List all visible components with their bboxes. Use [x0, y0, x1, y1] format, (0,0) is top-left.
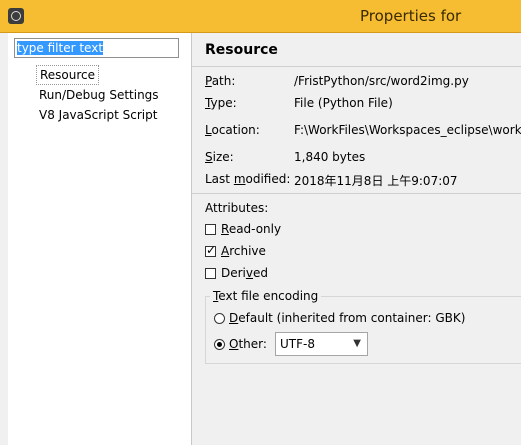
archive-label[interactable]: Archive [221, 244, 266, 258]
filter-input[interactable]: type filter text [14, 38, 179, 58]
text-file-encoding-title: Text file encoding [210, 289, 322, 303]
chevron-down-icon: ▼ [353, 338, 361, 349]
location-label: Location: [205, 123, 260, 137]
archive-checkbox[interactable] [205, 243, 216, 257]
default-encoding-label[interactable]: Default (inherited from container: GBK) [229, 311, 465, 325]
derived-label[interactable]: Derived [221, 266, 268, 280]
tree-item-resource[interactable]: Resource [36, 65, 100, 85]
type-value: File (Python File) [294, 96, 393, 110]
last-modified-label: Last modified: [205, 172, 291, 186]
other-encoding-label[interactable]: Other: [229, 337, 267, 351]
path-label: Path: [205, 74, 236, 88]
title-divider [192, 66, 521, 67]
tree-item-run-debug-settings[interactable]: Run/Debug Settings [36, 86, 162, 104]
path-value: /FristPython/src/word2img.py [294, 74, 469, 88]
other-encoding-radio[interactable] [214, 339, 225, 350]
category-tree-pane: type filter text Resource Run/Debug Sett… [8, 33, 192, 445]
type-label: Type: [205, 96, 237, 110]
read-only-label[interactable]: Read-only [221, 222, 281, 236]
page-title: Resource [205, 42, 278, 58]
title-bar: Properties for [0, 0, 521, 33]
default-encoding-radio[interactable] [214, 313, 225, 324]
encoding-select[interactable]: UTF-8 ▼ [275, 332, 368, 356]
tree-item-v8-javascript-script[interactable]: V8 JavaScript Script [36, 106, 160, 124]
window-title: Properties for [360, 7, 462, 25]
attributes-divider [192, 193, 521, 194]
encoding-select-value: UTF-8 [280, 337, 315, 351]
size-label: Size: [205, 150, 234, 164]
app-icon[interactable] [8, 8, 24, 24]
attributes-heading: Attributes: [205, 201, 269, 215]
filter-input-text: type filter text [17, 41, 104, 55]
derived-checkbox[interactable] [205, 268, 216, 279]
last-modified-value: 2018年11月8日 上午9:07:07 [294, 174, 458, 188]
size-value: 1,840 bytes [294, 150, 366, 164]
read-only-checkbox[interactable] [205, 224, 216, 235]
left-margin [0, 33, 8, 445]
location-value: F:\WorkFiles\Workspaces_eclipse\work [294, 123, 521, 137]
